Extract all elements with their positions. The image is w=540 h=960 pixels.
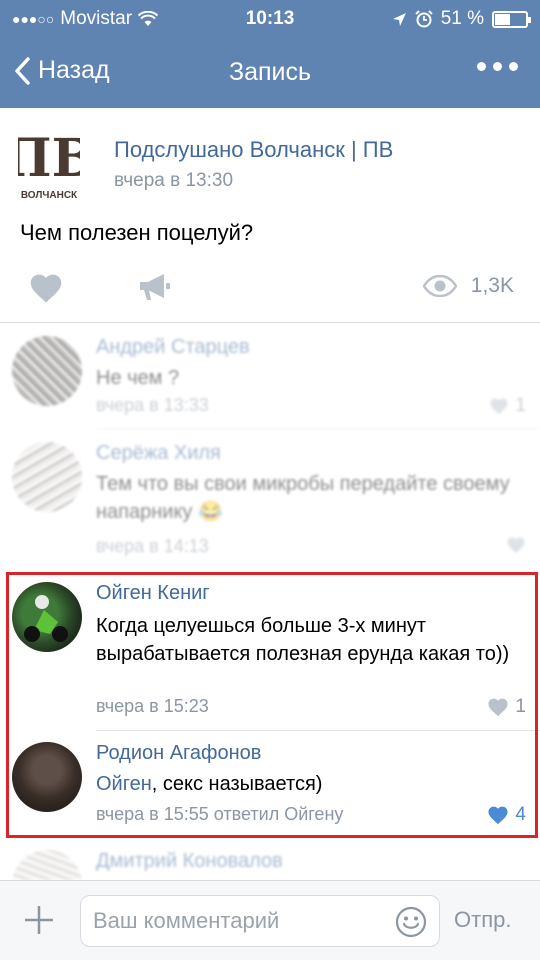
avatar-text: ВОЛЧАНСК [21,190,78,201]
comment-composer: Отпр. [0,880,540,960]
heart-icon [30,274,62,303]
top-header: ●●●○○ Movistar 10:13 51 % Назад Запись [0,0,540,108]
avatar[interactable] [12,336,82,406]
views-count: 1,3K [470,274,514,297]
battery-icon [492,10,531,28]
smiley-icon [395,906,427,938]
heart-icon [507,537,525,554]
comment-like-button[interactable]: 1 [489,395,526,417]
page-title: Запись [228,58,312,86]
nav-bar: Назад Запись [0,42,540,106]
comment-text: Тем что вы свои микробы передайте своему… [96,473,510,523]
views-counter: 1,3K [422,274,514,298]
more-options-button[interactable] [477,62,518,71]
like-count: 1 [515,395,526,416]
post-actions: 1,3K [0,262,540,314]
status-bar: ●●●○○ Movistar 10:13 51 % [0,0,540,40]
comment-item[interactable]: Дмитрий Коновалов [0,846,540,880]
megaphone-icon [140,274,170,300]
comment-item[interactable]: Серёжа Хиля Тем что вы свои микробы пере… [0,436,540,566]
send-button[interactable]: Отпр. [454,907,511,933]
post-text: Чем полезен поцелуй? [20,220,254,245]
comment-meta: вчера в 14:13 [96,536,209,556]
comment-author[interactable]: Дмитрий Коновалов [96,850,283,873]
like-button[interactable] [28,272,64,309]
share-button[interactable] [136,272,172,307]
highlight-frame [6,572,538,838]
dot-icon [509,62,518,71]
comment-meta: вчера в 13:33 [96,395,209,415]
group-name-link[interactable]: Подслушано Волчанск | ПВ [114,137,393,163]
divider [0,322,540,323]
comment-item[interactable]: Андрей Старцев Не чем ? вчера в 13:33 1 [0,330,540,425]
comment-input[interactable] [81,896,381,946]
svg-text:ПВ: ПВ [18,128,80,189]
comment-like-button[interactable] [506,536,526,554]
avatar[interactable] [12,442,82,512]
comment-author[interactable]: Серёжа Хиля [96,442,221,465]
dot-icon [493,62,502,71]
heart-icon [490,398,509,415]
status-right: 51 % [392,8,531,30]
battery-percent: 51 % [440,8,484,29]
eye-icon [422,275,457,297]
alarm-icon [414,10,433,28]
group-avatar[interactable]: ПВ ВОЛЧАНСК [2,126,95,202]
emoji-button[interactable] [395,906,427,943]
comment-author[interactable]: Андрей Старцев [96,336,250,359]
comment-input-wrapper [80,895,440,947]
attach-button[interactable] [22,903,56,942]
comment-text: Не чем ? [96,367,180,389]
plus-icon [25,906,53,934]
avatar[interactable] [12,850,82,880]
divider [96,428,540,429]
post-time: вчера в 13:30 [114,170,234,191]
location-icon [392,12,406,26]
dot-icon [477,62,486,71]
